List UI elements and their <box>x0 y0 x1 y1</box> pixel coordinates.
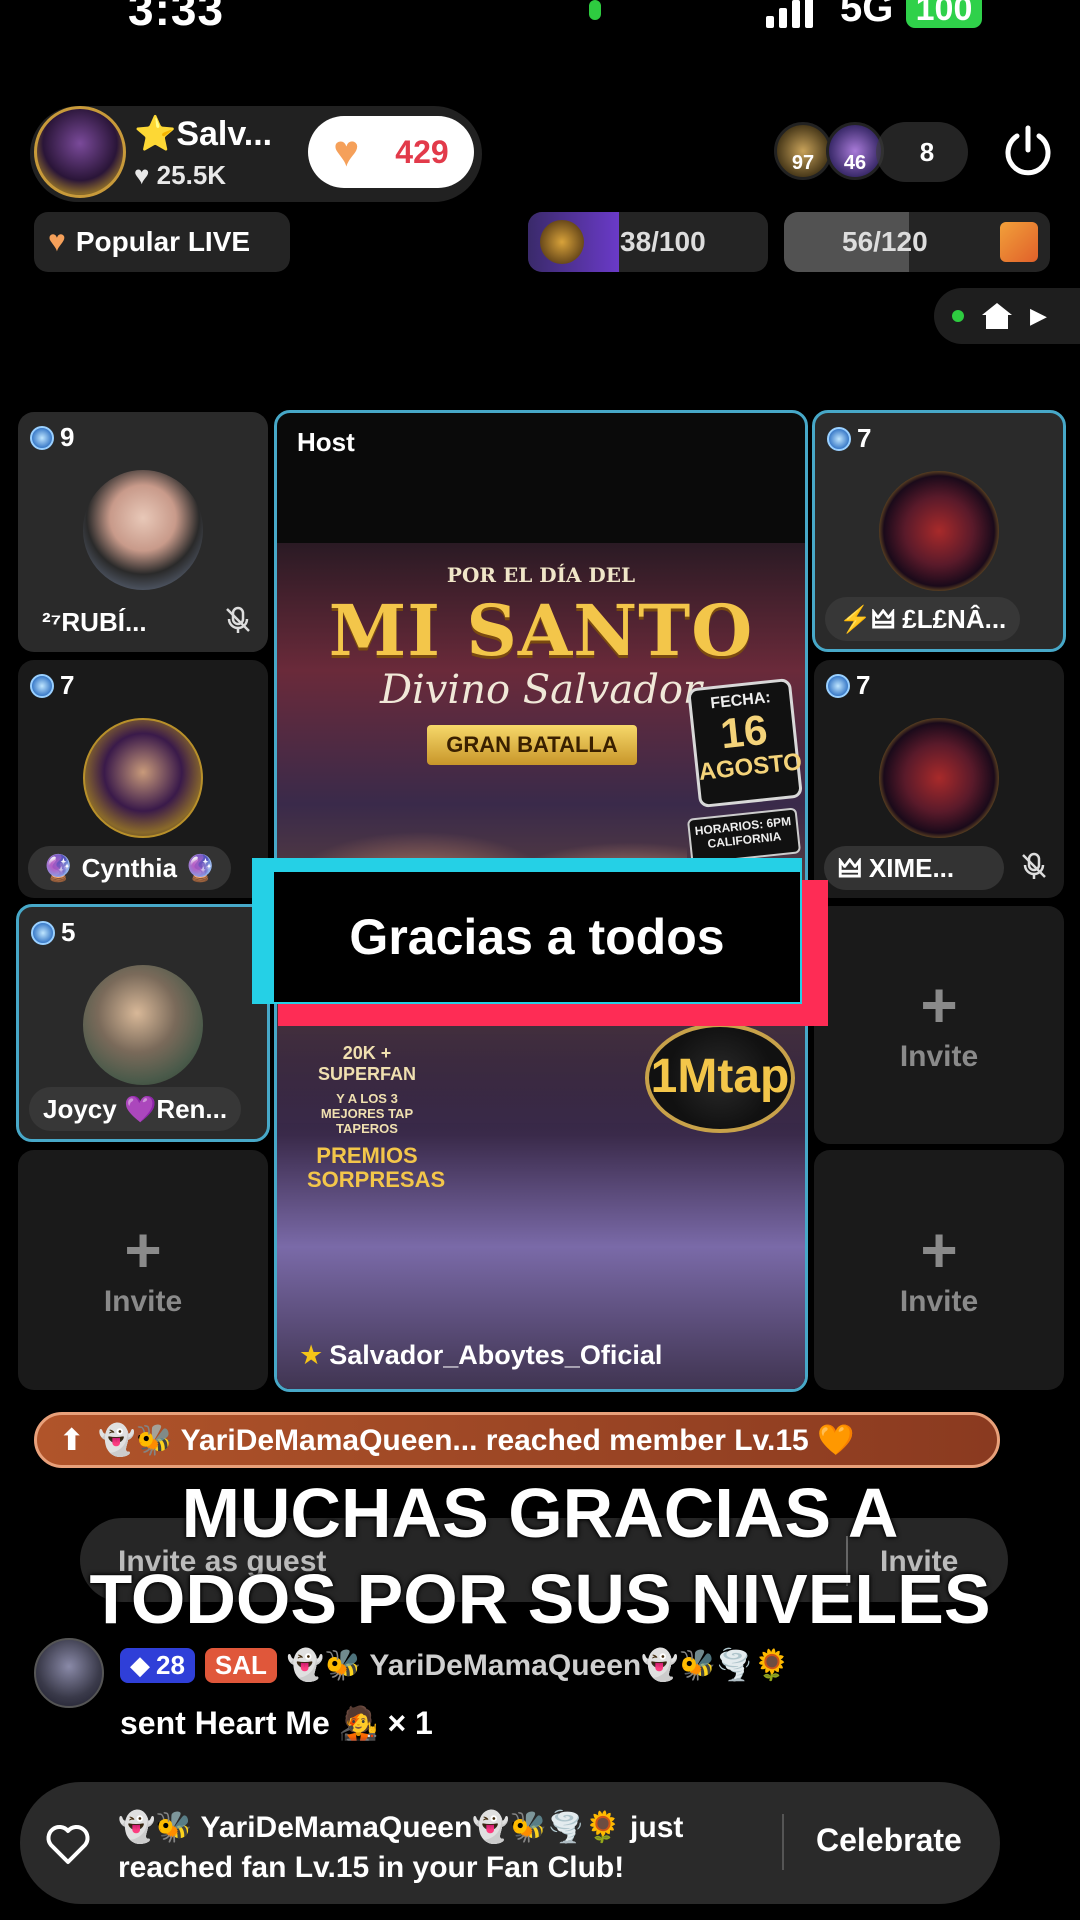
poster-subtitle: POR EL DÍA DEL <box>446 563 636 587</box>
guest-avatar[interactable] <box>879 471 999 591</box>
guest-name: ²⁷RUBÍ... <box>42 607 147 637</box>
broken-heart-icon: ♥ <box>48 225 66 258</box>
divider <box>782 1814 784 1870</box>
caption-box: Gracias a todos <box>274 872 800 1002</box>
live-dot-icon <box>952 310 964 322</box>
host-username-text: Salvador_Aboytes_Oficial <box>329 1340 663 1370</box>
chat-username[interactable]: 👻🐝 YariDeMamaQueen👻🐝🌪️🌻 <box>287 1648 791 1683</box>
popular-live-badge[interactable]: ♥ Popular LIVE <box>34 212 290 272</box>
plus-icon: + <box>124 1214 162 1286</box>
level-gem-icon <box>30 673 54 698</box>
video-caption: MUCHAS GRACIAS A TODOS POR SUS NIVELES <box>0 1470 1080 1642</box>
fan-notice-text: 👻🐝 YariDeMamaQueen👻🐝🌪️🌻 just reached fan… <box>118 1811 684 1884</box>
level-gem-icon <box>30 425 54 450</box>
viewer-level: 46 <box>843 152 867 174</box>
invite-slot[interactable]: + Invite <box>18 1150 268 1390</box>
guest-name: 🔮 Cynthia 🔮 <box>28 846 231 890</box>
poster-date: FECHA: 16 AGOSTO <box>687 677 803 809</box>
caption-line1: MUCHAS GRACIAS A <box>181 1474 899 1552</box>
invite-label: Invite <box>103 1285 183 1318</box>
poster-title: MI SANTO <box>328 589 754 672</box>
fan-badge: SAL <box>204 1648 277 1683</box>
guest-name: 🜲 XIME... <box>824 846 1004 890</box>
plus-icon: + <box>920 1214 958 1286</box>
goal-progress-2[interactable]: 56/120 <box>784 212 1050 272</box>
star-icon: ★ <box>299 1340 324 1370</box>
viewer-count[interactable]: 8 <box>876 122 968 182</box>
plus-icon: + <box>920 969 958 1041</box>
like-button[interactable]: ♥ 429 <box>308 116 474 188</box>
invite-slot[interactable]: + Invite <box>814 906 1064 1144</box>
goal-text: 38/100 <box>620 226 706 257</box>
heart-icon: ♥ <box>134 160 150 190</box>
member-level-banner: ⬆ 👻🐝 YariDeMamaQueen... reached member L… <box>34 1412 1000 1468</box>
guest-slot-5[interactable]: 7 🜲 XIME... <box>814 660 1064 898</box>
viewer-avatar[interactable]: 97 <box>774 122 832 180</box>
guest-name: Joycy 💜Ren... <box>29 1087 242 1131</box>
guest-slot-3[interactable]: 5 Joycy 💜Ren... <box>16 904 270 1142</box>
heart-icon: ♥ <box>333 127 360 176</box>
heart-outline-icon <box>46 1825 90 1864</box>
slot-level: 7 <box>826 670 870 701</box>
host-avatar[interactable] <box>34 106 126 198</box>
guest-avatar[interactable] <box>83 470 203 590</box>
slot-level: 7 <box>827 423 871 454</box>
host-username: ★ Salvador_Aboytes_Oficial <box>299 1340 662 1371</box>
mic-indicator <box>589 0 601 20</box>
level-gem-icon <box>827 426 851 451</box>
popular-live-label: Popular LIVE <box>75 226 251 257</box>
guest-name: ⚡️🜲 £L£NÂ... <box>825 597 1021 641</box>
goal-text: 56/120 <box>842 226 928 257</box>
arrow-up-icon: ⬆ <box>59 1423 85 1457</box>
guest-slot-4[interactable]: 7 ⚡️🜲 £L£NÂ... <box>812 410 1066 652</box>
invite-label: Invite <box>899 1285 979 1318</box>
chat-message-text: sent Heart Me 🧑‍🎤 × 1 <box>120 1705 433 1741</box>
slot-level: 5 <box>31 917 75 948</box>
tap-badge: 1Mtap <box>645 1023 795 1133</box>
invite-label: Invite <box>899 1040 979 1073</box>
guest-avatar[interactable] <box>83 965 203 1085</box>
guest-slot-2[interactable]: 7 🔮 Cynthia 🔮 <box>18 660 268 898</box>
level-gem-icon <box>826 673 850 698</box>
premios-line3: PREMIOS SORPRESAS <box>307 1143 446 1192</box>
guest-avatar[interactable] <box>83 718 203 838</box>
caption-line2: TODOS POR SUS NIVELES <box>89 1560 991 1638</box>
premios-line1: 20K + SUPERFAN <box>317 1043 416 1084</box>
gift-box-icon <box>1000 222 1038 262</box>
home-icon[interactable] <box>980 301 1014 331</box>
premios-line2: Y A LOS 3 MEJORES TAP TAPEROS <box>320 1091 414 1136</box>
slot-level: 9 <box>30 422 74 453</box>
chevron-right-icon[interactable]: ▶ <box>1030 303 1047 329</box>
poster-band: GRAN BATALLA <box>427 725 637 765</box>
signal-icon <box>766 0 813 28</box>
guest-slot-1[interactable]: 9 ²⁷RUBÍ... <box>18 412 268 652</box>
host-likes: ♥ 25.5K <box>134 160 226 191</box>
mic-muted-icon <box>1022 852 1046 879</box>
chat-avatar[interactable] <box>34 1638 104 1708</box>
goal-avatar <box>540 220 584 264</box>
guest-avatar[interactable] <box>879 718 999 838</box>
member-banner-text: 👻🐝 YariDeMamaQueen... reached member Lv.… <box>98 1423 855 1457</box>
celebrate-button[interactable]: Celebrate <box>816 1822 962 1859</box>
mini-controls[interactable]: ▶ <box>934 288 1080 344</box>
viewer-level: 97 <box>791 152 815 174</box>
level-gem-icon <box>31 920 55 945</box>
battery-icon: 100 <box>906 0 982 28</box>
slot-level: 7 <box>30 670 74 701</box>
goal-progress-1[interactable]: 38/100 <box>528 212 768 272</box>
poster-premios: 20K + SUPERFAN Y A LOS 3 MEJORES TAP TAP… <box>307 1043 446 1192</box>
host-name: ⭐Salv... <box>134 115 273 153</box>
invite-slot[interactable]: + Invite <box>814 1150 1064 1390</box>
level-badge: ◆ 28 <box>120 1648 195 1683</box>
power-icon[interactable] <box>998 120 1058 180</box>
network-label: 5G <box>840 0 894 30</box>
status-time: 3:33 <box>128 0 225 35</box>
host-label: Host <box>297 427 355 457</box>
diamond-icon: ◆ <box>130 1650 150 1680</box>
chat-message-header: ◆ 28 SAL 👻🐝 YariDeMamaQueen👻🐝🌪️🌻 <box>120 1648 791 1683</box>
host-likes-value: 25.5K <box>156 160 227 190</box>
mic-muted-icon <box>226 606 250 633</box>
like-count: 429 <box>395 133 449 170</box>
